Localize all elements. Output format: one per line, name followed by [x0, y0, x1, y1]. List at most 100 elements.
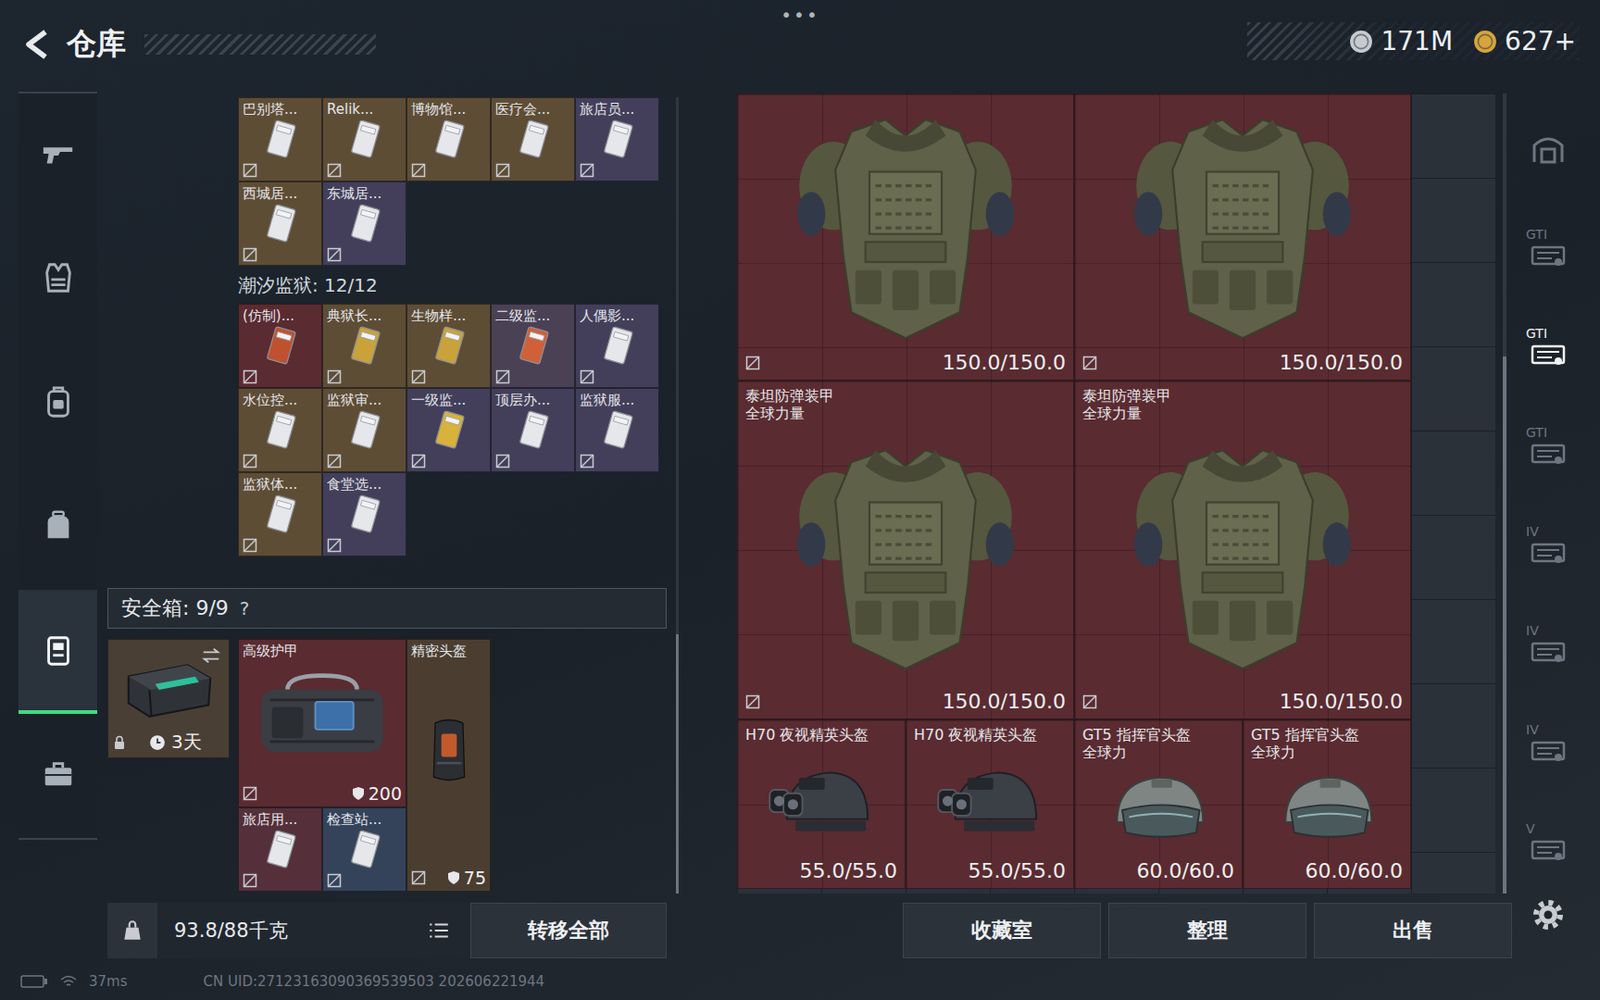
- keycard-icon: [425, 324, 474, 370]
- storage-scrollbar[interactable]: [1502, 93, 1507, 894]
- item-name: 东城居...: [326, 185, 402, 202]
- storage-item[interactable]: 泰坦防弹装甲全球力量150.0/150.0: [737, 380, 1075, 720]
- storage-item[interactable]: 150.0/150.0: [1074, 93, 1412, 381]
- no-insurance-icon: [326, 453, 342, 469]
- no-insurance-icon: [242, 873, 258, 888]
- item-name: 监狱审...: [326, 391, 402, 409]
- keycard-icon: [340, 117, 389, 163]
- no-insurance-icon: [745, 355, 761, 371]
- category-nav-item[interactable]: [18, 589, 98, 714]
- page-title: 仓库: [66, 24, 126, 65]
- safe-box-container[interactable]: 3天: [107, 638, 230, 759]
- item-name: 二级监...: [495, 307, 571, 325]
- lock-button[interactable]: [107, 902, 158, 959]
- storage-page-tab[interactable]: V: [1520, 792, 1576, 892]
- scroll-thumb[interactable]: [1502, 356, 1507, 894]
- no-insurance-icon: [242, 786, 258, 801]
- key-group: 巴别塔...Relik...博物馆...医疗会...旅店员... 西城居...东城…: [107, 97, 671, 266]
- no-insurance-icon: [579, 369, 595, 385]
- storage-grid: 150.0/150.0150.0/150.0泰坦防弹装甲全球力量150.0/15…: [737, 93, 1496, 894]
- safe-box-item[interactable]: 高级护甲200: [237, 638, 407, 808]
- key-card-item[interactable]: 监狱体...: [237, 472, 323, 557]
- category-nav-item[interactable]: [18, 93, 98, 218]
- item-footer: 150.0/150.0: [1082, 689, 1403, 713]
- key-card-item[interactable]: 监狱服...: [575, 387, 660, 473]
- key-card-item[interactable]: 巴别塔...: [237, 97, 323, 182]
- help-button[interactable]: ?: [239, 597, 250, 620]
- transfer-all-button[interactable]: 转移全部: [470, 902, 667, 959]
- key-card-item[interactable]: 一级监...: [406, 387, 491, 473]
- key-card-item[interactable]: 旅店员...: [575, 97, 660, 182]
- item-name: GT5 指挥官头盔全球力: [1082, 725, 1235, 762]
- settings-gear-icon[interactable]: [1529, 896, 1567, 934]
- key-card-item[interactable]: 典狱长...: [322, 303, 407, 388]
- keycard-icon: [509, 408, 558, 454]
- category-nav-item[interactable]: [18, 217, 98, 342]
- safe-box-item[interactable]: 旅店用...: [237, 807, 323, 892]
- key-group: 潮汐监狱: 12/12(仿制)...典狱长...生物样...二级监...人偶影.…: [107, 265, 671, 557]
- key-card-item[interactable]: 东城居...: [322, 181, 407, 266]
- durability-value: 60.0/60.0: [1305, 859, 1403, 883]
- safe-box-icon: [40, 632, 76, 668]
- storage-action-button[interactable]: 收藏室: [902, 902, 1101, 959]
- swap-icon[interactable]: [200, 645, 222, 666]
- keycard-icon: [340, 492, 389, 538]
- storage-page-tab[interactable]: GTI: [1520, 198, 1576, 298]
- no-insurance-icon: [326, 537, 342, 553]
- no-insurance-icon: [1082, 694, 1098, 710]
- list-icon: [426, 918, 451, 943]
- storage-item[interactable]: 150.0/150.0: [737, 93, 1075, 381]
- key-card-item[interactable]: 博物馆...: [406, 97, 491, 182]
- item-name: 典狱长...: [326, 307, 402, 325]
- safe-box-item[interactable]: 检查站...: [322, 807, 407, 892]
- storage-page-tab[interactable]: GTI: [1520, 396, 1576, 496]
- lock-icon: [112, 735, 127, 750]
- storage-action-button[interactable]: 整理: [1108, 902, 1307, 959]
- key-card-item[interactable]: 监狱审...: [322, 387, 407, 473]
- key-card-item[interactable]: 食堂选...: [322, 472, 407, 557]
- inventory-list-content: 巴别塔...Relik...博物馆...医疗会...旅店员... 西城居...东城…: [107, 97, 671, 894]
- category-nav-item[interactable]: [18, 341, 98, 466]
- inventory-list: 巴别塔...Relik...博物馆...医疗会...旅店员... 西城居...东城…: [107, 97, 679, 894]
- item-figure: [745, 743, 898, 860]
- key-card-item[interactable]: 水位控...: [237, 387, 323, 473]
- safe-box-grid: 高级护甲200精密头盔75 旅店用...检查站...: [237, 638, 491, 892]
- storage-page-tab[interactable]: [1520, 99, 1576, 199]
- storage-page-tab[interactable]: IV: [1520, 594, 1576, 694]
- more-menu-button[interactable]: •••: [780, 0, 819, 26]
- storage-item[interactable]: GT5 指挥官头盔全球力60.0/60.0: [1074, 719, 1243, 889]
- category-nav-item[interactable]: [18, 713, 98, 838]
- storage-item[interactable]: H70 夜视精英头盔55.0/55.0: [737, 719, 906, 889]
- storage-action-button[interactable]: 出售: [1313, 902, 1513, 959]
- item-name-line: GT5 指挥官头盔: [1250, 725, 1403, 744]
- storage-page-tab[interactable]: IV: [1520, 693, 1576, 793]
- safe-box-item[interactable]: 精密头盔75: [406, 638, 491, 892]
- storage-item[interactable]: 泰坦防弹装甲全球力量150.0/150.0: [1074, 380, 1412, 720]
- container-footer: 3天: [112, 729, 225, 755]
- item-footer: 150.0/150.0: [745, 689, 1066, 713]
- no-insurance-icon: [411, 870, 426, 886]
- no-insurance-icon: [1082, 355, 1098, 371]
- key-card-item[interactable]: 医疗会...: [490, 97, 575, 182]
- key-card-item[interactable]: 二级监...: [490, 303, 575, 388]
- storage-page-tab[interactable]: GTI: [1520, 297, 1576, 397]
- key-card-item[interactable]: Relik...: [322, 97, 407, 182]
- item-name: 医疗会...: [495, 100, 571, 118]
- key-card-item[interactable]: (仿制)...: [237, 303, 323, 388]
- no-insurance-icon: [242, 247, 258, 263]
- key-card-item[interactable]: 生物样...: [406, 303, 491, 388]
- storage-item[interactable]: GT5 指挥官头盔全球力60.0/60.0: [1242, 719, 1412, 889]
- scroll-thumb[interactable]: [675, 634, 679, 894]
- inventory-scrollbar[interactable]: [675, 97, 679, 894]
- storage-item[interactable]: H70 夜视精英头盔55.0/55.0: [905, 719, 1075, 889]
- list-view-button[interactable]: [418, 902, 460, 959]
- key-card-item[interactable]: 西城居...: [237, 181, 323, 266]
- no-insurance-icon: [326, 369, 342, 385]
- storage-page-tab[interactable]: IV: [1520, 495, 1576, 595]
- key-card-item[interactable]: 人偶影...: [575, 303, 660, 388]
- category-nav-item[interactable]: [18, 465, 98, 590]
- tier-label: V: [1525, 821, 1536, 837]
- back-arrow-icon[interactable]: [20, 27, 54, 62]
- no-insurance-icon: [411, 453, 426, 469]
- key-card-item[interactable]: 顶层办...: [490, 387, 575, 473]
